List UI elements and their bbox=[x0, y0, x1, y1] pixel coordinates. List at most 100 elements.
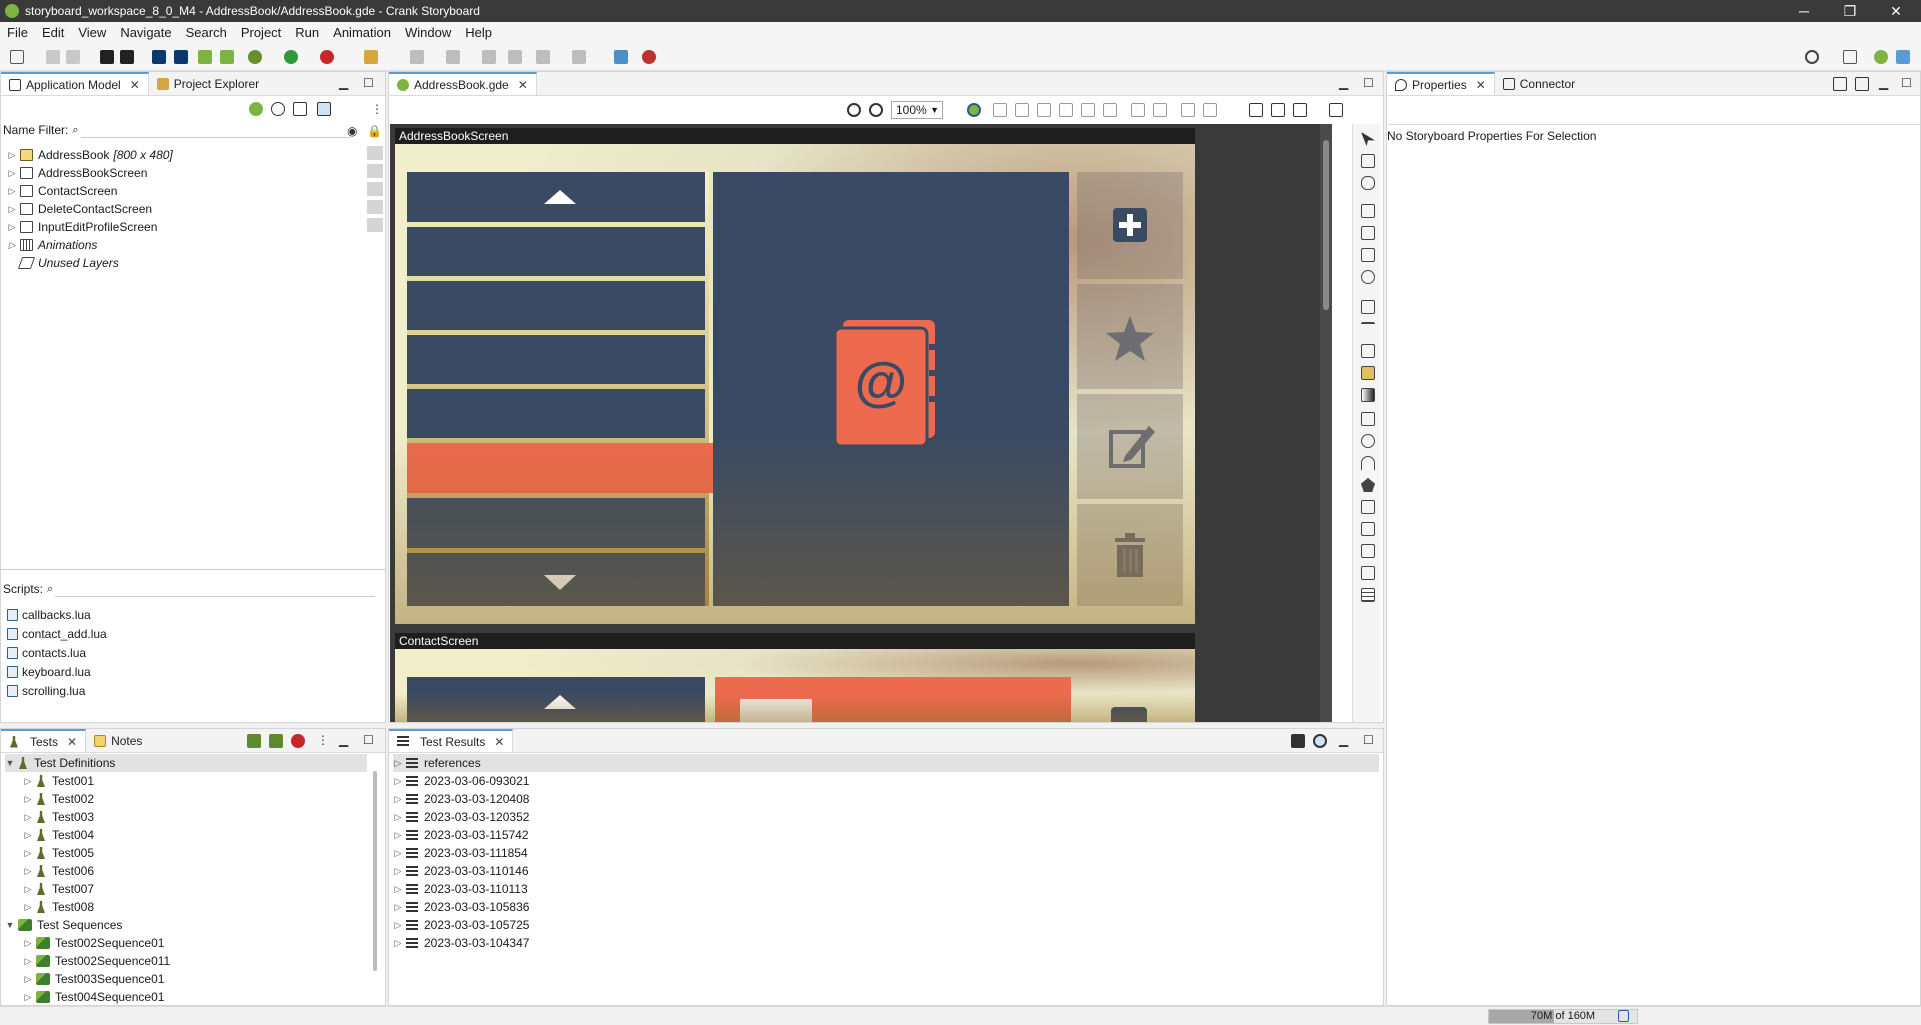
close-icon[interactable]: ✕ bbox=[130, 78, 140, 92]
annotation-icon[interactable] bbox=[410, 50, 424, 64]
screen-addressbookscreen[interactable]: @ bbox=[395, 144, 1195, 624]
tree-item-test-definitions[interactable]: ▼ Test Definitions bbox=[5, 754, 367, 772]
display-icon[interactable] bbox=[1329, 103, 1343, 117]
pencil-icon[interactable] bbox=[364, 50, 378, 64]
text-tool-icon[interactable] bbox=[1361, 322, 1375, 336]
rectangle-tool-icon[interactable] bbox=[1361, 412, 1375, 426]
table-tool-icon[interactable] bbox=[1361, 588, 1375, 602]
scroll-up-button[interactable] bbox=[407, 172, 705, 222]
close-icon[interactable]: ✕ bbox=[1476, 78, 1486, 92]
scroll-up-button[interactable] bbox=[407, 677, 705, 722]
add-layer-icon[interactable] bbox=[1361, 226, 1375, 240]
visibility-icon[interactable] bbox=[271, 102, 285, 116]
align-right-icon[interactable] bbox=[1037, 103, 1051, 117]
script-item[interactable]: keyboard.lua bbox=[7, 663, 91, 681]
chevron-right-icon[interactable]: ▷ bbox=[7, 168, 17, 179]
sequence-item[interactable]: ▷ Test003Sequence01 bbox=[23, 970, 165, 988]
minimize-button[interactable]: ─ bbox=[1781, 0, 1827, 22]
marquee-tool-icon[interactable] bbox=[1361, 154, 1375, 168]
chevron-right-icon[interactable]: ▷ bbox=[23, 866, 33, 877]
chevron-right-icon[interactable]: ▷ bbox=[393, 884, 403, 895]
debug-icon[interactable] bbox=[248, 50, 262, 64]
chevron-right-icon[interactable]: ▷ bbox=[23, 956, 33, 967]
favorite-button[interactable] bbox=[1077, 284, 1183, 389]
chevron-right-icon[interactable]: ▷ bbox=[393, 794, 403, 805]
add-table-icon[interactable] bbox=[1361, 270, 1375, 284]
tab-application-model[interactable]: Application Model ✕ bbox=[1, 72, 149, 95]
list-item[interactable] bbox=[407, 389, 705, 438]
match-height-icon[interactable] bbox=[1153, 103, 1167, 117]
list-item[interactable] bbox=[407, 498, 705, 548]
chevron-right-icon[interactable]: ▷ bbox=[23, 830, 33, 841]
distribute-horizontal-icon[interactable] bbox=[1181, 103, 1195, 117]
result-item[interactable]: ▷ 2023-03-03-120408 bbox=[393, 790, 530, 808]
pin-view-icon[interactable] bbox=[1855, 77, 1869, 91]
script-item[interactable]: callbacks.lua bbox=[7, 606, 91, 624]
external-render-icon[interactable] bbox=[1361, 500, 1375, 514]
chevron-right-icon[interactable]: ▷ bbox=[7, 150, 17, 161]
maximize-icon[interactable]: ☐ bbox=[363, 76, 374, 90]
view-menu-icon[interactable]: ⋮ bbox=[317, 733, 329, 747]
chevron-right-icon[interactable]: ▷ bbox=[23, 902, 33, 913]
list-item[interactable] bbox=[407, 281, 705, 330]
chevron-right-icon[interactable]: ▷ bbox=[393, 848, 403, 859]
storyboard-perspective-icon[interactable] bbox=[1874, 50, 1888, 64]
open-perspective-icon[interactable] bbox=[614, 50, 628, 64]
chevron-right-icon[interactable]: ▷ bbox=[23, 776, 33, 787]
screen-contactscreen[interactable] bbox=[395, 649, 1195, 722]
maximize-icon[interactable]: ☐ bbox=[1363, 76, 1374, 90]
undo-icon[interactable] bbox=[482, 50, 496, 64]
gradient-tool-icon[interactable] bbox=[1361, 388, 1375, 402]
result-item[interactable]: ▷ 2023-03-03-115742 bbox=[393, 826, 529, 844]
new-test-icon[interactable] bbox=[247, 734, 261, 748]
chevron-right-icon[interactable]: ▷ bbox=[23, 794, 33, 805]
test-item[interactable]: ▷ Test007 bbox=[23, 880, 95, 898]
record-icon[interactable] bbox=[291, 734, 305, 748]
text-area-tool-icon[interactable] bbox=[1361, 344, 1375, 358]
maximize-icon[interactable]: ☐ bbox=[1363, 733, 1374, 747]
result-item[interactable]: ▷ 2023-03-03-110146 bbox=[393, 862, 529, 880]
close-icon[interactable]: ✕ bbox=[518, 78, 528, 92]
eye-icon[interactable]: ◉ bbox=[347, 124, 357, 138]
new-window-icon[interactable] bbox=[1833, 77, 1847, 91]
result-item[interactable]: ▷ 2023-03-03-111854 bbox=[393, 844, 528, 862]
heap-status[interactable]: 70M of 160M bbox=[1488, 1009, 1638, 1024]
list-item-selected[interactable] bbox=[407, 443, 717, 493]
preview-mode-icon[interactable] bbox=[967, 103, 981, 117]
add-contact-button[interactable] bbox=[1077, 172, 1183, 279]
screen-header-addressbookscreen[interactable]: AddressBookScreen bbox=[395, 128, 1195, 144]
chevron-right-icon[interactable]: ▷ bbox=[393, 812, 403, 823]
menu-navigate[interactable]: Navigate bbox=[113, 25, 178, 40]
tree-item-addressbook[interactable]: ▷ AddressBook [800 x 480] bbox=[7, 146, 173, 164]
redo-icon[interactable] bbox=[508, 50, 522, 64]
script-item[interactable]: contact_add.lua bbox=[7, 625, 107, 643]
chevron-down-icon[interactable]: ▼ bbox=[5, 920, 15, 930]
align-center-icon[interactable] bbox=[1015, 103, 1029, 117]
show-hidden-icon[interactable] bbox=[1249, 103, 1263, 117]
device-icon[interactable] bbox=[100, 50, 114, 64]
menu-search[interactable]: Search bbox=[179, 25, 234, 40]
script-item[interactable]: contacts.lua bbox=[7, 644, 86, 662]
minimize-icon[interactable]: ▁ bbox=[1339, 733, 1348, 747]
minimize-icon[interactable]: ▁ bbox=[1879, 76, 1888, 90]
sync-icon[interactable] bbox=[249, 102, 263, 116]
collapse-all-icon[interactable] bbox=[293, 102, 307, 116]
chevron-right-icon[interactable]: ▷ bbox=[7, 186, 17, 197]
photoshop-import-icon[interactable] bbox=[152, 50, 166, 64]
chevron-right-icon[interactable]: ▷ bbox=[393, 920, 403, 931]
align-bottom-icon[interactable] bbox=[1103, 103, 1117, 117]
tree-item-addressbookscreen[interactable]: ▷ AddressBookScreen bbox=[7, 164, 148, 182]
chevron-right-icon[interactable]: ▷ bbox=[393, 938, 403, 949]
chevron-right-icon[interactable]: ▷ bbox=[23, 884, 33, 895]
3d-model-icon[interactable] bbox=[1361, 522, 1375, 536]
close-icon[interactable]: ✕ bbox=[67, 735, 77, 749]
script-item[interactable]: scrolling.lua bbox=[7, 682, 85, 700]
view-menu-icon[interactable]: ⋮ bbox=[371, 102, 383, 116]
sequence-item[interactable]: ▷ Test004Sequence01 bbox=[23, 988, 165, 1005]
result-item[interactable]: ▷ 2023-03-03-105836 bbox=[393, 898, 530, 916]
minimize-icon[interactable]: ▁ bbox=[339, 76, 348, 90]
zoom-in-icon[interactable] bbox=[847, 103, 861, 117]
test-item[interactable]: ▷ Test002 bbox=[23, 790, 95, 808]
hand-tool-icon[interactable] bbox=[1361, 176, 1375, 190]
test-item[interactable]: ▷ Test006 bbox=[23, 862, 95, 880]
